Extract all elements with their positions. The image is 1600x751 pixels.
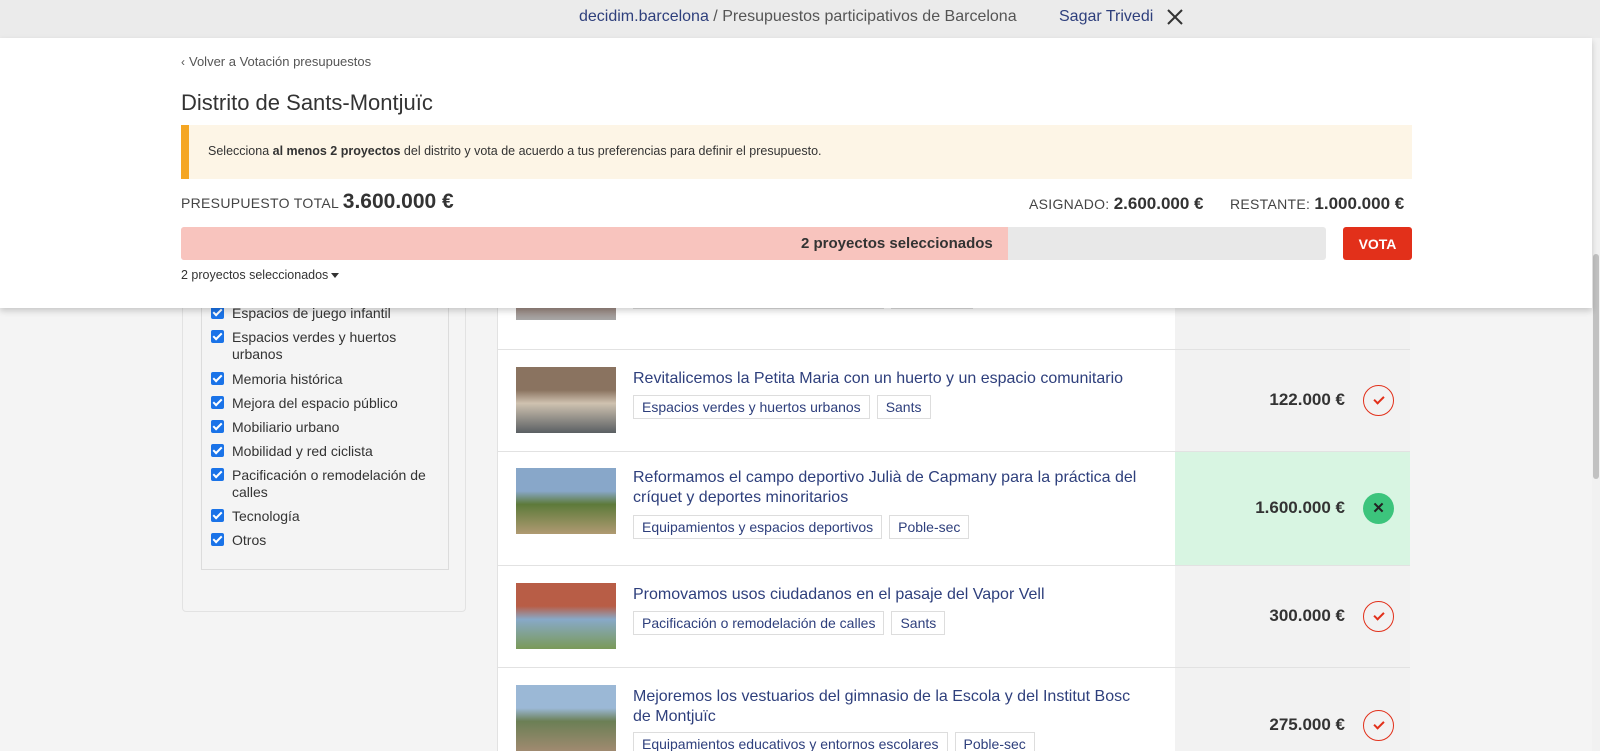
vote-button[interactable]: VOTA	[1343, 227, 1412, 260]
project-budget-box: 1.600.000 € ✕	[1175, 452, 1410, 565]
caret-down-icon	[331, 273, 340, 279]
breadcrumb: decidim.barcelona / Presupuestos partici…	[579, 8, 1017, 26]
category-filter-label: Mejora del espacio público	[232, 395, 398, 411]
remaining-label: RESTANTE:	[1230, 196, 1315, 212]
category-filter-label: Mobiliario urbano	[232, 419, 340, 435]
instructions-text-bold: al menos 2 proyectos	[272, 144, 401, 158]
total-budget: PRESUPUESTO TOTAL 3.600.000 €	[181, 190, 454, 214]
instructions-text: Selecciona al menos 2 proyectos del dist…	[208, 144, 822, 158]
add-project-check-icon[interactable]	[1363, 385, 1394, 416]
budget-progress-bar: 2 proyectos seleccionados	[181, 227, 1326, 260]
project-tags: Equipamientos educativos y entornos esco…	[633, 732, 1042, 751]
selected-projects-label: 2 proyectos seleccionados	[181, 268, 329, 282]
chevron-left-icon: ‹	[181, 55, 185, 69]
project-budget-box: 122.000 €	[1175, 350, 1410, 451]
project-title-link[interactable]: Mejoremos los vestuarios del gimnasio de…	[633, 687, 1143, 727]
assigned-label: ASIGNADO:	[1029, 196, 1114, 212]
category-filter-item[interactable]: Tecnología	[210, 508, 440, 525]
add-project-check-icon[interactable]	[1363, 601, 1394, 632]
remaining-value: 1.000.000 €	[1314, 194, 1405, 213]
project-price: 122.000 €	[1269, 390, 1345, 409]
category-filter-label: Tecnología	[232, 508, 300, 524]
category-filter-label: Memoria histórica	[232, 371, 343, 387]
checkbox-checked[interactable]	[211, 372, 224, 385]
remaining-budget: RESTANTE: 1.000.000 €	[1230, 194, 1404, 214]
project-thumbnail[interactable]	[516, 468, 616, 534]
project-list: Pacificación o remodelación de callesla …	[497, 251, 1410, 751]
add-project-check-icon[interactable]	[1363, 710, 1394, 741]
category-filter-label: Otros	[232, 532, 267, 548]
instructions-text-end: del distrito y vota de acuerdo a tus pre…	[400, 144, 822, 158]
close-icon[interactable]	[1166, 8, 1184, 26]
category-filter-label: Pacificación o remodelación de calles	[232, 467, 426, 500]
breadcrumb-separator: /	[708, 8, 723, 25]
page-scrollbar[interactable]	[1592, 38, 1600, 751]
project-title-link[interactable]: Promovamos usos ciudadanos en el pasaje …	[633, 585, 1143, 605]
project-row[interactable]: Revitalicemos la Petita Maria con un hue…	[497, 350, 1410, 452]
project-thumbnail[interactable]	[516, 685, 616, 751]
project-tags: Pacificación o remodelación de calles San…	[633, 611, 952, 635]
checkbox-checked[interactable]	[211, 396, 224, 409]
category-filter-item[interactable]: Pacificación o remodelación de calles	[210, 467, 440, 501]
instructions-text-start: Selecciona	[208, 144, 273, 158]
category-filter-item[interactable]: Memoria histórica	[210, 371, 440, 388]
project-budget-box: 275.000 €	[1175, 668, 1410, 751]
page-title: Distrito de Sants-Montjuïc	[181, 90, 433, 115]
assigned-value: 2.600.000 €	[1113, 194, 1204, 213]
project-tag[interactable]: Pacificación o remodelación de calles	[633, 611, 885, 635]
project-row[interactable]: Mejoremos los vestuarios del gimnasio de…	[497, 668, 1410, 751]
checkbox-checked[interactable]	[211, 420, 224, 433]
budget-summary-panel: ‹ Volver a Votación presupuestos Distrito…	[0, 38, 1592, 308]
remove-project-button[interactable]: ✕	[1363, 493, 1394, 524]
project-title-link[interactable]: Reformamos el campo deportivo Julià de C…	[633, 468, 1143, 508]
total-budget-label: PRESUPUESTO TOTAL	[181, 195, 343, 211]
project-tag[interactable]: Equipamientos y espacios deportivos	[633, 515, 883, 539]
total-budget-value: 3.600.000 €	[342, 190, 454, 213]
category-filter-label: Espacios verdes y huertos urbanos	[232, 329, 397, 362]
category-filter-item[interactable]: Mejora del espacio público	[210, 395, 440, 412]
back-link[interactable]: ‹ Volver a Votación presupuestos	[181, 54, 371, 69]
project-tag[interactable]: Espacios verdes y huertos urbanos	[633, 395, 870, 419]
project-tag[interactable]: Poble-sec	[954, 732, 1035, 751]
project-tag[interactable]: Sants	[891, 611, 946, 635]
progress-label: 2 proyectos seleccionados	[801, 235, 993, 252]
project-row[interactable]: Promovamos usos ciudadanos en el pasaje …	[497, 566, 1410, 668]
project-price: 1.600.000 €	[1255, 498, 1345, 517]
process-name[interactable]: Presupuestos participativos de Barcelona	[722, 8, 1016, 25]
assigned-budget: ASIGNADO: 2.600.000 €	[1029, 194, 1204, 214]
project-budget-box: 300.000 €	[1175, 566, 1410, 667]
project-price: 275.000 €	[1269, 715, 1345, 734]
checkbox-checked[interactable]	[211, 444, 224, 457]
project-tags: Espacios verdes y huertos urbanos Sants	[633, 395, 938, 419]
project-thumbnail[interactable]	[516, 583, 616, 649]
project-row[interactable]: Reformamos el campo deportivo Julià de C…	[497, 452, 1410, 566]
category-filter-item[interactable]: Mobiliario urbano	[210, 419, 440, 436]
instructions-callout: Selecciona al menos 2 proyectos del dist…	[181, 125, 1412, 179]
project-title-link[interactable]: Revitalicemos la Petita Maria con un hue…	[633, 369, 1143, 389]
project-tag[interactable]: Poble-sec	[889, 515, 970, 539]
back-link-label: Volver a Votación presupuestos	[189, 54, 372, 69]
scrollbar-thumb[interactable]	[1593, 254, 1599, 479]
project-price: 300.000 €	[1269, 606, 1345, 625]
project-thumbnail[interactable]	[516, 367, 616, 433]
category-filter-item[interactable]: Mobilidad y red ciclista	[210, 443, 440, 460]
category-filter-item[interactable]: Otros	[210, 532, 440, 549]
project-tag[interactable]: Equipamientos educativos y entornos esco…	[633, 732, 948, 751]
project-tags: Equipamientos y espacios deportivos Poble…	[633, 515, 976, 539]
category-filter-item[interactable]: Espacios verdes y huertos urbanos	[210, 329, 440, 363]
x-icon: ✕	[1372, 500, 1385, 517]
checkbox-checked[interactable]	[211, 533, 224, 546]
checkbox-checked[interactable]	[211, 330, 224, 343]
checkbox-checked[interactable]	[211, 509, 224, 522]
project-tag[interactable]: Sants	[876, 395, 931, 419]
checkbox-checked[interactable]	[211, 468, 224, 481]
selected-projects-toggle[interactable]: 2 proyectos seleccionados	[181, 268, 340, 282]
top-bar: decidim.barcelona / Presupuestos partici…	[0, 0, 1600, 38]
category-filter-label: Mobilidad y red ciclista	[232, 443, 373, 459]
user-name-link[interactable]: Sagar Trivedi	[1059, 8, 1153, 26]
site-link[interactable]: decidim.barcelona	[579, 8, 709, 25]
